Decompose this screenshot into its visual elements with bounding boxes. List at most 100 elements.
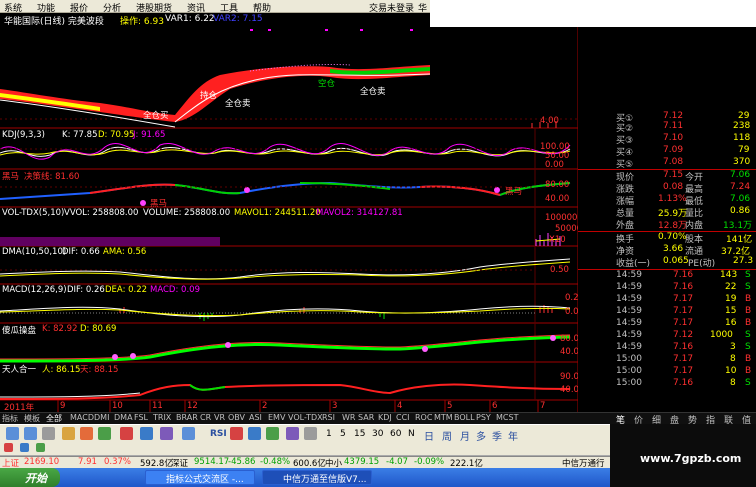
bid-vol: 370 <box>733 157 751 167</box>
chart-area[interactable]: 全仓买 全仓卖 持仓 空仓 全仓卖 4.00 KDJ(9,3,3) K: 77.… <box>0 27 578 412</box>
period-60min[interactable]: 60 <box>390 429 401 439</box>
th-axis-40: 40.00 <box>560 385 578 395</box>
toolbar: RSI 1 5 15 30 60 N 日 周 月 多 季 年 <box>0 424 610 456</box>
stat-label: 内盘 <box>685 221 704 231</box>
zoom-icon[interactable] <box>266 427 279 440</box>
taskbar-item-forum[interactable]: 指标公式交流区 -... <box>145 470 255 485</box>
stock-title: 华能国际(日线) 完美波段 <box>4 17 104 27</box>
macd-value: MACD: 0.09 <box>150 285 200 295</box>
tab-template[interactable]: 模板 <box>24 413 40 424</box>
task-label: 中信万通至信版V7... <box>283 475 367 485</box>
search-icon[interactable] <box>182 427 195 440</box>
hm-decision-line: 决策线: 81.60 <box>24 172 80 182</box>
sz-percent: -0.48% <box>260 457 291 467</box>
tab-roc[interactable]: ROC <box>415 413 432 422</box>
period-15min[interactable]: 15 <box>354 429 365 439</box>
chart-icon[interactable] <box>80 427 93 440</box>
kdj-j: J: 91.65 <box>133 130 166 140</box>
alert-icon[interactable] <box>160 427 173 440</box>
tab-indicator[interactable]: 指标 <box>2 413 18 424</box>
bid-vol: 118 <box>733 133 751 143</box>
tab-dma[interactable]: DMA <box>114 413 133 422</box>
zx-value: 4379.15 <box>344 457 380 467</box>
menu-bar: 系统 功能 报价 分析 港股期货 资讯 工具 帮助 交易未登录 华 <box>0 0 430 14</box>
tab-sar[interactable]: SAR <box>358 413 374 422</box>
news-icon[interactable] <box>120 427 133 440</box>
stat-value: 1.13% <box>658 194 687 204</box>
period-1min[interactable]: 1 <box>326 429 332 439</box>
tool-icon[interactable] <box>20 443 29 452</box>
period-year[interactable]: 年 <box>508 428 518 443</box>
tick-row: 14:59 7.17 19 B <box>578 294 756 306</box>
settings-icon[interactable] <box>140 427 153 440</box>
stat2-row: 净资 3.66 流通 37.2亿 <box>578 244 756 257</box>
tab-psy[interactable]: PSY <box>476 413 491 422</box>
home-icon[interactable] <box>42 427 55 440</box>
tab-fsl[interactable]: FSL <box>134 413 148 422</box>
dma-title: DMA(10,50,10) <box>2 247 67 257</box>
bid-row: 买③ 7.10 118 <box>578 133 756 146</box>
tool-icon[interactable] <box>4 443 13 452</box>
period-multi[interactable]: 多 <box>476 428 486 443</box>
period-month[interactable]: 月 <box>460 428 470 443</box>
tool-icon[interactable] <box>36 443 45 452</box>
tab-macd[interactable]: MACD <box>70 413 94 422</box>
tab-asi[interactable]: ASI <box>249 413 262 422</box>
dma-ama: AMA: 0.56 <box>103 247 147 257</box>
stat-value: 0.86 <box>730 206 751 216</box>
month-12: 12 <box>187 401 198 411</box>
forward-icon[interactable] <box>24 427 37 440</box>
dma-dif: DIF: 0.66 <box>62 247 100 257</box>
crosshair-icon[interactable] <box>230 427 243 440</box>
tab-emv[interactable]: EMV <box>268 413 285 422</box>
tab-obv[interactable]: OBV <box>228 413 245 422</box>
start-button[interactable]: 开始 <box>0 468 60 487</box>
index-status-line: 上证 2169.10 7.91 0.37% 592.8亿 深证 9514.17 … <box>0 456 610 469</box>
hm-tag-2: 黑马 <box>505 187 523 197</box>
stat-row: 涨幅 1.13% 最低 7.06 <box>578 194 756 207</box>
move-icon[interactable] <box>248 427 261 440</box>
quote-tab-bar: 笔 价 细 盘 势 指 联 值 <box>578 412 756 426</box>
draw-icon[interactable] <box>286 427 299 440</box>
period-season[interactable]: 季 <box>492 428 502 443</box>
tab-mtm[interactable]: MTM <box>434 413 453 422</box>
tab-boll[interactable]: BOLL <box>454 413 475 422</box>
rsi-button[interactable]: RSI <box>210 429 227 439</box>
period-5min[interactable]: 5 <box>340 429 346 439</box>
tick-time: 14:59 <box>616 282 642 292</box>
back-icon[interactable] <box>6 427 19 440</box>
tab-cr[interactable]: CR <box>200 413 211 422</box>
table-icon[interactable] <box>98 427 111 440</box>
tab-rsi[interactable]: RSI <box>322 413 335 422</box>
grid-icon[interactable] <box>304 427 317 440</box>
price-annotation-hold: 持仓 <box>200 91 218 101</box>
tab-kdj[interactable]: KDJ <box>378 413 392 422</box>
tab-all[interactable]: 全部 <box>46 413 62 424</box>
tab-mcst[interactable]: MCST <box>496 413 518 422</box>
vol-mavol2: MAVOL2: 314127.81 <box>316 208 403 218</box>
period-30min[interactable]: 30 <box>372 429 383 439</box>
tab-dmi[interactable]: DMI <box>94 413 109 422</box>
taskbar-item-app[interactable]: 中信万通至信版V7... <box>262 470 372 485</box>
tab-vol-tdx[interactable]: VOL-TDX <box>288 413 323 422</box>
tab-trix[interactable]: TRIX <box>153 413 171 422</box>
tab-brar[interactable]: BRAR <box>176 413 198 422</box>
tab-cci[interactable]: CCI <box>396 413 410 422</box>
folder-icon[interactable] <box>62 427 75 440</box>
indicator-panels <box>0 27 578 412</box>
stat-value: 12.8万 <box>658 221 688 231</box>
tick-time: 14:59 <box>616 342 642 352</box>
tick-side: B <box>745 366 752 376</box>
tab-vr[interactable]: VR <box>214 413 225 422</box>
sh-value: 2169.10 <box>24 457 60 467</box>
price-annotation-sell-2: 全仓卖 <box>360 87 386 97</box>
th-axis-90: 90.00 <box>560 372 578 382</box>
sh-percent: 0.37% <box>104 457 132 467</box>
period-n[interactable]: N <box>408 429 415 439</box>
stat-label: 外盘 <box>616 221 635 231</box>
tab-wr[interactable]: WR <box>342 413 355 422</box>
tick-time: 14:59 <box>616 270 642 280</box>
sz-change: -45.86 <box>228 457 256 467</box>
period-week[interactable]: 周 <box>442 428 452 443</box>
period-day[interactable]: 日 <box>424 428 434 443</box>
